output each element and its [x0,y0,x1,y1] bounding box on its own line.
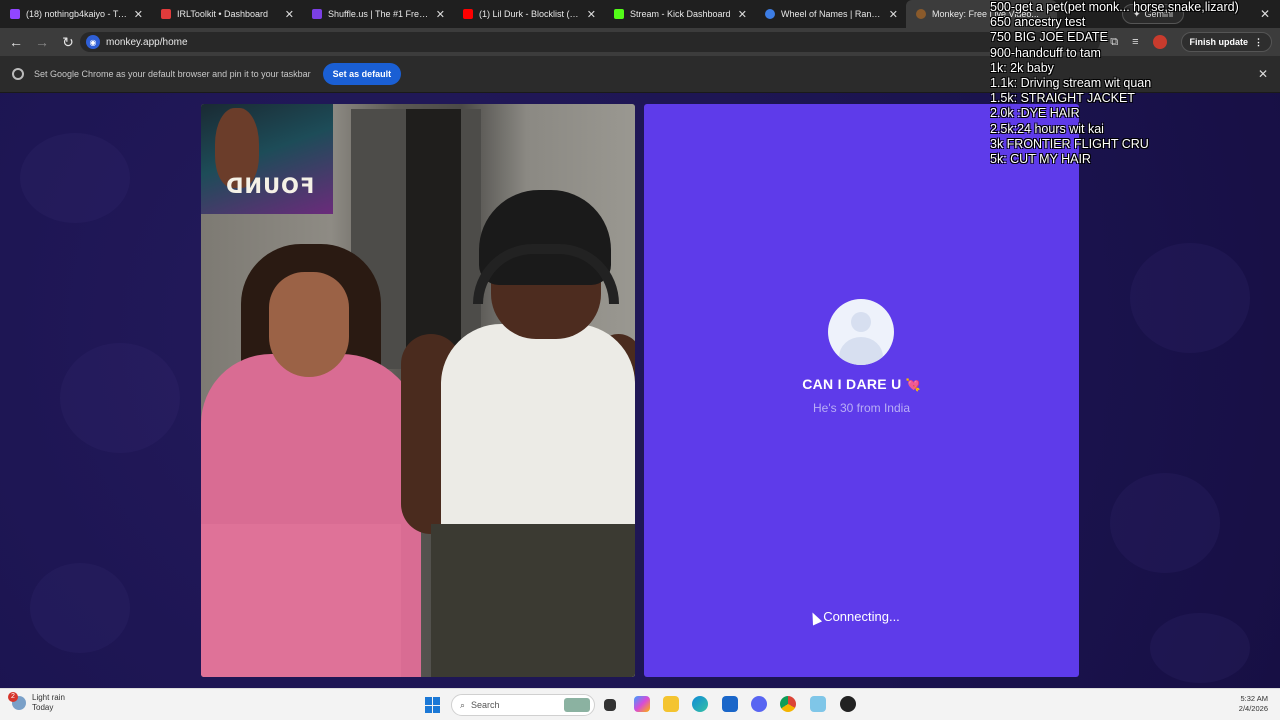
set-as-default-button[interactable]: Set as default [322,63,402,85]
background-pattern [1150,613,1250,683]
background-pattern [20,133,130,223]
tab-title: Stream - Kick Dashboard [630,9,731,19]
close-tab-icon[interactable]: ✕ [285,8,294,21]
task-view-icon[interactable] [604,699,616,711]
match-subtitle: He's 30 from India [812,401,910,415]
background-pattern [60,343,180,453]
goal-item: 750 BIG JOE EDATE [990,30,1108,45]
app-icon[interactable] [810,696,826,712]
goal-item: 5k: CUT MY HAIR [990,152,1091,167]
stream-goals-overlay: 500-get a pet(pet monk... horse,snake,li… [990,0,1280,167]
file-explorer-icon[interactable] [663,696,679,712]
close-tab-icon[interactable]: ✕ [738,8,747,21]
weather-sub: Today [32,703,54,712]
start-button[interactable] [425,697,441,713]
person-right-pants [431,524,635,677]
self-video-feed: FOUND [201,104,635,677]
tab-title: (1) Lil Durk - Blocklist (Officia... [479,9,581,19]
youtube-icon [463,9,473,19]
avatar-head [851,312,871,332]
monkey-icon [916,9,926,19]
tab-shuffle[interactable]: Shuffle.us | The #1 Free to Pl... ✕ [302,0,453,28]
clock-date: 2/4/2026 [1238,704,1268,713]
discord-icon[interactable] [751,696,767,712]
clock-time: 5:32 AM [1240,694,1268,703]
person-left-pants [201,524,401,677]
chrome-icon [12,68,24,80]
goal-item: 1k: 2k baby [990,60,1054,75]
goal-item: 2.5k:24 hours wit kai [990,121,1104,136]
wall-poster: FOUND [201,104,333,214]
goal-item: 1.1k: Driving stream wit quan [990,76,1152,91]
match-name-text: CAN I DARE U [802,376,902,392]
windows-taskbar: 2 Light rain Today ⌕ Search 5:32 AM 2/4/… [0,688,1280,720]
weather-text: Light rain [32,693,65,702]
goal-item: 650 ancestry test [990,15,1086,30]
weather-widget[interactable]: 2 Light rain Today [8,692,65,713]
shuffle-icon [312,9,322,19]
background-pattern [30,563,130,653]
store-icon[interactable] [722,696,738,712]
tab-twitch[interactable]: (18) nothingb4kaiyo - Twitch ✕ [0,0,151,28]
rain-icon: 2 [8,692,26,710]
taskbar-search[interactable]: ⌕ Search [451,694,595,716]
back-button[interactable]: ← [4,30,28,54]
avatar-shoulders [839,337,883,365]
monkey-page: FOUND CAN I DARE U 💘 He's 30 from India C… [0,93,1280,688]
tab-title: (18) nothingb4kaiyo - Twitch [26,9,128,19]
match-name: CAN I DARE U 💘 [644,376,1079,392]
goal-item: 2.0k :DYE HAIR [990,106,1080,121]
site-info-icon[interactable]: ◉ [86,35,100,49]
tab-title: Shuffle.us | The #1 Free to Pl... [328,9,430,19]
heart-icon: 💘 [905,378,921,392]
search-highlight-image [564,698,590,712]
tab-title: IRLToolkit • Dashboard [177,9,269,19]
system-clock[interactable]: 5:32 AM 2/4/2026 [1239,694,1268,714]
connecting-status: Connecting... [823,609,900,624]
video-doorway [406,109,461,349]
goal-item: 1.5k: STRAIGHT JACKET [990,91,1135,106]
tab-kick[interactable]: Stream - Kick Dashboard ✕ [604,0,755,28]
tab-title: Wheel of Names | Random n... [781,9,883,19]
forward-button[interactable]: → [30,30,54,54]
address-bar[interactable]: ◉ monkey.app/home [80,32,1100,52]
goal-item: 3k FRONTIER FLIGHT CRU [990,136,1149,151]
close-tab-icon[interactable]: ✕ [889,8,898,21]
background-pattern [1130,243,1250,353]
chrome-taskbar-icon[interactable] [780,696,796,712]
tab-irltoolkit[interactable]: IRLToolkit • Dashboard ✕ [151,0,302,28]
search-placeholder: Search [471,700,500,710]
close-tab-icon[interactable]: ✕ [436,8,445,21]
reload-button[interactable]: ↻ [56,30,80,54]
person-left-face [269,272,349,377]
notification-badge: 2 [8,692,18,702]
goal-item: 900-handcuff to tam [990,45,1101,60]
poster-text: FOUND [225,174,315,198]
background-pattern [1110,473,1220,573]
tab-youtube[interactable]: (1) Lil Durk - Blocklist (Officia... ✕ [453,0,604,28]
edge-icon[interactable] [692,696,708,712]
close-tab-icon[interactable]: ✕ [587,8,596,21]
close-tab-icon[interactable]: ✕ [134,8,143,21]
match-card: CAN I DARE U 💘 He's 30 from India Connect… [644,104,1079,677]
wheel-icon [765,9,775,19]
kick-icon [614,9,624,19]
match-avatar [828,299,894,365]
search-icon: ⌕ [460,699,466,710]
url-text: monkey.app/home [106,36,188,48]
twitch-icon [10,9,20,19]
copilot-icon[interactable] [634,696,650,712]
tab-wheel-of-names[interactable]: Wheel of Names | Random n... ✕ [755,0,906,28]
infobar-message: Set Google Chrome as your default browse… [34,69,311,79]
obs-icon[interactable] [840,696,856,712]
goal-item: 500-get a pet(pet monk... horse,snake,li… [990,0,1239,14]
irltoolkit-icon [161,9,171,19]
